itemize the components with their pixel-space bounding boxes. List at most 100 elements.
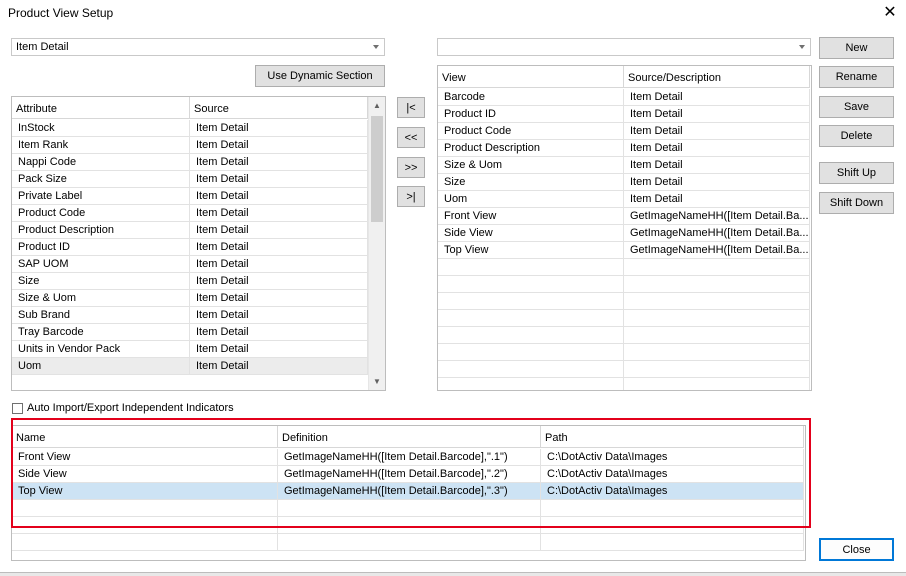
view-row[interactable]: Top View GetImageNameHH([Item Detail.Ba..…: [438, 242, 810, 259]
views-grid[interactable]: View Source/Description Barcode Item Deta…: [437, 65, 812, 391]
view-row[interactable]: Side View GetImageNameHH([Item Detail.Ba.…: [438, 225, 810, 242]
rename-button[interactable]: Rename: [819, 66, 894, 88]
move-left-button[interactable]: <<: [397, 127, 425, 148]
view-name-cell: Front View: [438, 208, 624, 225]
section-select[interactable]: Item Detail: [11, 38, 385, 56]
attribute-source-cell: Item Detail: [190, 120, 368, 137]
attribute-row[interactable]: Tray Barcode Item Detail: [12, 324, 368, 341]
attribute-source-cell: Item Detail: [190, 137, 368, 154]
move-right-button[interactable]: >>: [397, 157, 425, 178]
view-name-cell: [438, 361, 624, 378]
view-row[interactable]: Uom Item Detail: [438, 191, 810, 208]
attributes-grid[interactable]: Attribute Source InStock Item Detail Item …: [11, 96, 386, 391]
move-first-button[interactable]: |<: [397, 97, 425, 118]
view-row[interactable]: Size & Uom Item Detail: [438, 157, 810, 174]
close-icon[interactable]: ✕: [880, 3, 900, 23]
attributes-scrollbar[interactable]: ▲ ▼: [368, 97, 385, 390]
definition-path-cell: [541, 534, 804, 551]
scrollbar-thumb[interactable]: [371, 116, 383, 222]
view-source-cell: Item Detail: [624, 174, 810, 191]
view-row[interactable]: Product ID Item Detail: [438, 106, 810, 123]
definitions-header-definition[interactable]: Definition: [278, 426, 541, 448]
definition-path-cell: C:\DotActiv Data\Images: [541, 483, 804, 500]
move-last-button[interactable]: >|: [397, 186, 425, 207]
view-source-cell: [624, 276, 810, 293]
attribute-row[interactable]: Units in Vendor Pack Item Detail: [12, 341, 368, 358]
arrow-up-icon[interactable]: ▲: [369, 97, 385, 114]
attribute-source-cell: Item Detail: [190, 273, 368, 290]
definition-name-cell: [12, 517, 278, 534]
definition-row[interactable]: Side View GetImageNameHH([Item Detail.Bar…: [12, 466, 804, 483]
attribute-name-cell: Sub Brand: [12, 307, 190, 324]
view-row[interactable]: Product Description Item Detail: [438, 140, 810, 157]
delete-button[interactable]: Delete: [819, 125, 894, 147]
save-button[interactable]: Save: [819, 96, 894, 118]
attribute-row[interactable]: Nappi Code Item Detail: [12, 154, 368, 171]
section-select-value: Item Detail: [16, 41, 69, 53]
definition-formula-cell: GetImageNameHH([Item Detail.Barcode],".3…: [278, 483, 541, 500]
view-source-cell: Item Detail: [624, 106, 810, 123]
definitions-grid[interactable]: Name Definition Path Front View GetImageN…: [11, 425, 806, 561]
view-source-cell: Item Detail: [624, 123, 810, 140]
view-select[interactable]: [437, 38, 811, 56]
views-header-source[interactable]: Source/Description: [624, 66, 810, 88]
view-row[interactable]: Barcode Item Detail: [438, 89, 810, 106]
attribute-row[interactable]: Uom Item Detail: [12, 358, 368, 375]
shift-up-button[interactable]: Shift Up: [819, 162, 894, 184]
attribute-name-cell: SAP UOM: [12, 256, 190, 273]
use-dynamic-section-button[interactable]: Use Dynamic Section: [255, 65, 385, 87]
view-row[interactable]: Size Item Detail: [438, 174, 810, 191]
auto-import-checkbox[interactable]: [12, 403, 23, 414]
attribute-source-cell: Item Detail: [190, 188, 368, 205]
attribute-row[interactable]: Size & Uom Item Detail: [12, 290, 368, 307]
attribute-row[interactable]: Private Label Item Detail: [12, 188, 368, 205]
view-source-cell: [624, 310, 810, 327]
empty-row: [438, 310, 810, 327]
shift-down-button[interactable]: Shift Down: [819, 192, 894, 214]
definition-formula-cell: [278, 534, 541, 551]
view-name-cell: Product Code: [438, 123, 624, 140]
chevron-down-icon: [799, 45, 805, 49]
attribute-row[interactable]: Product Description Item Detail: [12, 222, 368, 239]
attributes-header-attribute[interactable]: Attribute: [12, 97, 190, 119]
view-row[interactable]: Product Code Item Detail: [438, 123, 810, 140]
attribute-row[interactable]: Size Item Detail: [12, 273, 368, 290]
attribute-source-cell: Item Detail: [190, 307, 368, 324]
attribute-row[interactable]: Item Rank Item Detail: [12, 137, 368, 154]
attribute-row[interactable]: Sub Brand Item Detail: [12, 307, 368, 324]
auto-import-label: Auto Import/Export Independent Indicator…: [27, 402, 234, 414]
new-button[interactable]: New: [819, 37, 894, 59]
empty-row: [438, 293, 810, 310]
view-source-cell: Item Detail: [624, 157, 810, 174]
empty-row: [438, 344, 810, 361]
arrow-down-icon[interactable]: ▼: [369, 373, 385, 390]
definition-name-cell: [12, 500, 278, 517]
view-row[interactable]: Front View GetImageNameHH([Item Detail.Ba…: [438, 208, 810, 225]
view-source-cell: Item Detail: [624, 89, 810, 106]
attribute-name-cell: Product Description: [12, 222, 190, 239]
view-source-cell: [624, 344, 810, 361]
attribute-row[interactable]: Pack Size Item Detail: [12, 171, 368, 188]
definition-row[interactable]: Front View GetImageNameHH([Item Detail.Ba…: [12, 449, 804, 466]
view-source-cell: GetImageNameHH([Item Detail.Ba...: [624, 225, 810, 242]
view-name-cell: Top View: [438, 242, 624, 259]
view-source-cell: [624, 378, 810, 390]
definitions-header-path[interactable]: Path: [541, 426, 804, 448]
definitions-header-name[interactable]: Name: [12, 426, 278, 448]
definition-path-cell: [541, 517, 804, 534]
attributes-header-source[interactable]: Source: [190, 97, 368, 119]
attribute-source-cell: Item Detail: [190, 324, 368, 341]
views-header-view[interactable]: View: [438, 66, 624, 88]
empty-row: [438, 361, 810, 378]
attribute-name-cell: Uom: [12, 358, 190, 375]
attribute-source-cell: Item Detail: [190, 290, 368, 307]
attribute-row[interactable]: InStock Item Detail: [12, 120, 368, 137]
attribute-row[interactable]: Product ID Item Detail: [12, 239, 368, 256]
view-name-cell: Uom: [438, 191, 624, 208]
attribute-name-cell: InStock: [12, 120, 190, 137]
close-button[interactable]: Close: [819, 538, 894, 561]
definition-row[interactable]: Top View GetImageNameHH([Item Detail.Barc…: [12, 483, 804, 500]
attribute-row[interactable]: Product Code Item Detail: [12, 205, 368, 222]
attribute-row[interactable]: SAP UOM Item Detail: [12, 256, 368, 273]
view-source-cell: [624, 361, 810, 378]
